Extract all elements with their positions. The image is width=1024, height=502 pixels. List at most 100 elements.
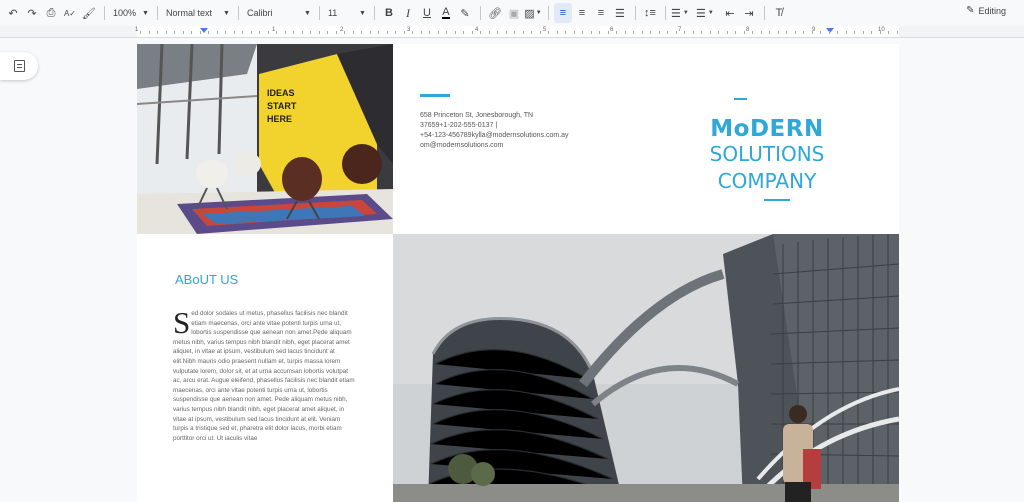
chevron-down-icon: ▼: [304, 9, 311, 17]
ruler-tick: [225, 31, 226, 34]
about-us-paragraph: ed dolor sodales ut metus, phasellus fac…: [173, 310, 355, 442]
style-select[interactable]: Normal text ▼: [163, 3, 233, 23]
toolbar-divider: [547, 6, 549, 20]
ruler-tick: [191, 31, 192, 34]
ruler-tick: [709, 31, 711, 34]
modern-building-photo: [393, 234, 899, 502]
editing-mode-button[interactable]: ✎ Editing: [966, 5, 1006, 16]
ruler-tick: [845, 31, 847, 34]
ruler-tick: [539, 31, 541, 34]
outline-icon: [13, 60, 25, 72]
font-value: Calibri: [246, 8, 273, 18]
ruler-tick: [599, 31, 600, 34]
ruler-tick: [735, 31, 736, 34]
ruler-tick: [505, 31, 507, 34]
ruler-tick: [837, 31, 838, 34]
svg-text:START: START: [267, 101, 297, 111]
decrease-indent-icon[interactable]: ⇤: [721, 3, 739, 23]
ruler-number: 7: [678, 27, 682, 33]
spellcheck-icon[interactable]: A✓: [61, 3, 79, 23]
undo-icon[interactable]: ↶: [4, 3, 22, 23]
ruler-tick: [879, 31, 881, 34]
logo-line-3: COMPANY: [717, 169, 817, 193]
line-spacing-icon[interactable]: ↕≡: [641, 3, 659, 23]
ruler-tick: [726, 31, 728, 34]
comment-icon[interactable]: ▣: [505, 3, 523, 23]
image-icon[interactable]: ▨ ▼: [524, 3, 542, 23]
right-indent-marker[interactable]: [826, 28, 834, 33]
justify-icon[interactable]: ☰: [611, 3, 629, 23]
ruler-tick: [658, 31, 660, 34]
increase-indent-icon[interactable]: ⇥: [740, 3, 758, 23]
align-right-icon[interactable]: ≡: [592, 3, 610, 23]
address-line: 658 Princeton St, Jonesborough, TN: [420, 112, 534, 119]
toolbar-divider: [664, 6, 666, 20]
document-page[interactable]: IDEAS START HERE 658 Princeton St, Jones…: [137, 44, 899, 502]
font-size-select[interactable]: 11 ▼: [325, 3, 369, 23]
ruler-tick: [803, 31, 804, 34]
ruler-number: 2: [340, 27, 344, 33]
pencil-icon: ✎: [966, 5, 975, 16]
ruler-tick: [437, 31, 439, 34]
ruler-tick: [148, 31, 150, 34]
ruler-tick: [242, 31, 243, 34]
numbered-list-icon[interactable]: ☰ ▼: [671, 3, 689, 23]
clear-formatting-icon[interactable]: T̸: [770, 3, 788, 23]
toolbar: ↶ ↷ ⎙ A✓ 🖌︎ 100% ▼ Normal text ▼ Calibri ▼ …: [0, 0, 1024, 26]
ruler-tick: [276, 31, 277, 34]
underline-icon[interactable]: U: [418, 3, 436, 23]
ruler-tick: [284, 31, 286, 34]
ruler-tick: [420, 31, 422, 34]
paint-format-icon[interactable]: 🖌︎: [80, 3, 98, 23]
ruler-tick: [701, 31, 702, 34]
text-color-icon[interactable]: A: [437, 3, 455, 23]
ruler-number: 6: [610, 27, 614, 33]
address-line: om@modernsolutions.com: [420, 142, 504, 149]
ruler-tick: [301, 31, 303, 34]
redo-icon[interactable]: ↷: [23, 3, 41, 23]
align-left-icon[interactable]: ≡: [553, 3, 572, 23]
ruler-tick: [667, 31, 668, 34]
bold-icon[interactable]: B: [380, 3, 398, 23]
ruler-tick: [208, 31, 209, 34]
ruler[interactable]: 1 1 2 3 4 5 6 7 8 9 10: [0, 26, 1024, 38]
align-center-icon[interactable]: ≡: [573, 3, 591, 23]
font-select[interactable]: Calibri ▼: [244, 3, 314, 23]
toolbar-divider: [479, 6, 481, 20]
italic-icon[interactable]: I: [399, 3, 417, 23]
ruler-tick: [165, 31, 167, 34]
bulleted-list-icon[interactable]: ☰ ▼: [696, 3, 714, 23]
about-us-heading[interactable]: ABoUT US: [175, 272, 238, 287]
ruler-tick: [174, 31, 175, 34]
ruler-tick: [794, 31, 796, 34]
logo-accent-bottom: [764, 199, 790, 201]
chevron-down-icon: ▼: [142, 9, 149, 17]
ruler-tick: [531, 31, 532, 34]
ruler-tick: [318, 31, 320, 34]
ruler-tick: [327, 31, 328, 34]
toolbar-divider: [318, 6, 320, 20]
ruler-number: 8: [746, 27, 750, 33]
highlight-icon[interactable]: ✎: [456, 3, 474, 23]
toolbar-divider: [373, 6, 375, 20]
about-us-body[interactable]: S ed dolor sodales ut metus, phasellus f…: [173, 307, 357, 443]
document-outline-button[interactable]: [0, 52, 38, 80]
ruler-number: 3: [407, 27, 411, 33]
ruler-tick: [412, 31, 413, 34]
ruler-tick: [828, 31, 830, 34]
print-icon[interactable]: ⎙: [42, 3, 60, 23]
ruler-tick: [403, 31, 405, 34]
ruler-tick: [862, 31, 864, 34]
company-logo-text[interactable]: MoDERN SOLUTIONS COMPANY: [687, 116, 847, 196]
link-icon[interactable]: 🔗︎: [486, 3, 504, 23]
zoom-select[interactable]: 100% ▼: [110, 3, 152, 23]
left-indent-marker[interactable]: [200, 28, 208, 33]
ruler-tick: [369, 31, 371, 34]
svg-text:HERE: HERE: [267, 114, 292, 124]
contact-address-block[interactable]: 658 Princeton St, Jonesborough, TN 37659…: [420, 111, 569, 151]
ruler-number: 5: [543, 27, 547, 33]
ruler-tick: [871, 31, 872, 34]
ruler-tick: [514, 31, 515, 34]
ruler-tick: [718, 31, 719, 34]
ruler-number: 4: [475, 27, 479, 33]
